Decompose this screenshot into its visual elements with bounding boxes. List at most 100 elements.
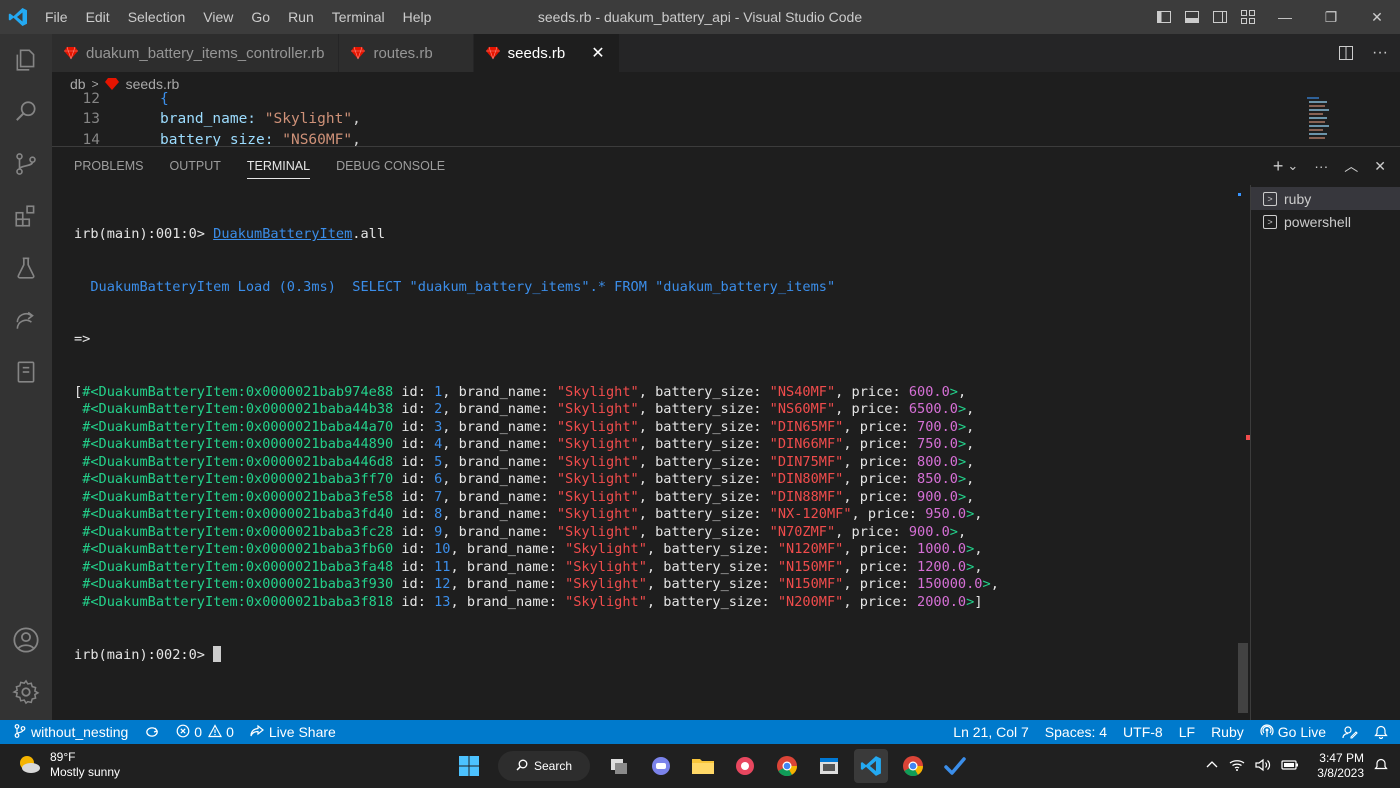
maximize-panel-icon[interactable]: ︿ bbox=[1344, 156, 1358, 176]
tab-terminal[interactable]: TERMINAL bbox=[246, 147, 311, 185]
taskbar-search[interactable]: Search bbox=[498, 751, 590, 781]
terminal-icon: > bbox=[1263, 191, 1277, 206]
status-problems[interactable]: 0 0 bbox=[168, 720, 242, 744]
indentation[interactable]: Spaces: 4 bbox=[1037, 720, 1115, 744]
vscode-taskbar-icon[interactable] bbox=[854, 749, 888, 783]
toggle-secondary-sidebar-icon[interactable] bbox=[1206, 0, 1234, 34]
file-explorer-icon[interactable] bbox=[686, 749, 720, 783]
notebook-icon[interactable] bbox=[0, 346, 52, 398]
terminal-record-line: #<DuakumBatteryItem:0x0000021baba3fd40 i… bbox=[82, 506, 983, 522]
terminal-item-label: powershell bbox=[1284, 213, 1351, 230]
code-line: 14 battery_size: "NS60MF", bbox=[82, 132, 361, 146]
browser-app-icon[interactable] bbox=[812, 749, 846, 783]
settings-gear-icon[interactable] bbox=[0, 666, 52, 718]
tab-controller[interactable]: duakum_battery_items_controller.rb bbox=[52, 34, 340, 72]
menu-edit[interactable]: Edit bbox=[77, 0, 119, 34]
ruby-file-icon bbox=[485, 46, 500, 60]
terminal-record-line: #<DuakumBatteryItem:0x0000021baba3ff70 i… bbox=[82, 471, 975, 487]
scroll-marker bbox=[1238, 193, 1241, 196]
code-editor[interactable]: 12{ 13 brand_name: "Skylight", 14 battery_… bbox=[52, 92, 1400, 146]
terminal-scroll-thumb[interactable] bbox=[1238, 643, 1248, 713]
search-icon[interactable] bbox=[0, 86, 52, 138]
notifications-icon[interactable] bbox=[1366, 720, 1400, 744]
tab-close-icon[interactable]: ✕ bbox=[591, 43, 604, 63]
chrome-icon[interactable] bbox=[896, 749, 930, 783]
terminal-record-line: #<DuakumBatteryItem:0x0000021baba446d8 i… bbox=[82, 453, 975, 470]
menu-view[interactable]: View bbox=[194, 0, 242, 34]
todo-checkmark-icon[interactable] bbox=[938, 749, 972, 783]
volume-icon[interactable] bbox=[1255, 758, 1271, 775]
split-editor-icon[interactable] bbox=[1332, 36, 1360, 70]
breadcrumb-folder[interactable]: db bbox=[70, 76, 86, 92]
tab-problems[interactable]: PROBLEMS bbox=[74, 147, 143, 185]
task-view-icon[interactable] bbox=[602, 749, 636, 783]
sync-icon[interactable] bbox=[136, 720, 168, 744]
toggle-primary-sidebar-icon[interactable] bbox=[1150, 0, 1178, 34]
status-branch[interactable]: without_nesting bbox=[0, 720, 136, 744]
extensions-icon[interactable] bbox=[0, 190, 52, 242]
breadcrumb-file[interactable]: seeds.rb bbox=[126, 76, 180, 92]
terminal-record-line: #<DuakumBatteryItem:0x0000021baba44b38 i… bbox=[82, 401, 975, 417]
new-terminal-icon[interactable]: + bbox=[1273, 156, 1284, 177]
language-mode[interactable]: Ruby bbox=[1203, 720, 1252, 744]
menu-bar: File Edit Selection View Go Run Terminal… bbox=[36, 0, 440, 34]
terminal-list: > ruby > powershell bbox=[1250, 185, 1400, 721]
terminal-item-powershell[interactable]: > powershell bbox=[1251, 210, 1400, 233]
menu-go[interactable]: Go bbox=[242, 0, 279, 34]
terminal-item-ruby[interactable]: > ruby bbox=[1251, 187, 1400, 210]
close-panel-icon[interactable]: ✕ bbox=[1374, 158, 1386, 175]
menu-terminal[interactable]: Terminal bbox=[323, 0, 394, 34]
tab-seeds[interactable]: seeds.rb ✕ bbox=[473, 34, 620, 72]
tab-debug-console[interactable]: DEBUG CONSOLE bbox=[336, 147, 445, 185]
window-minimize-button[interactable]: — bbox=[1262, 0, 1308, 34]
menu-selection[interactable]: Selection bbox=[119, 0, 195, 34]
terminal-record-line: #<DuakumBatteryItem:0x0000021baba3fb60 i… bbox=[82, 541, 983, 557]
menu-help[interactable]: Help bbox=[394, 0, 441, 34]
account-icon[interactable] bbox=[0, 614, 52, 666]
source-control-icon[interactable] bbox=[0, 138, 52, 190]
terminal-record-line: #<DuakumBatteryItem:0x0000021baba3fa48 i… bbox=[82, 558, 983, 575]
weather-widget[interactable]: 89°F Mostly sunny bbox=[16, 750, 120, 780]
explorer-icon[interactable] bbox=[0, 34, 52, 86]
encoding[interactable]: UTF-8 bbox=[1115, 720, 1171, 744]
terminal-record-line: #<DuakumBatteryItem:0x0000021baba3f930 i… bbox=[82, 576, 999, 592]
screen-recorder-icon[interactable] bbox=[728, 749, 762, 783]
chat-icon[interactable] bbox=[644, 749, 678, 783]
terminal-record-line: #<DuakumBatteryItem:0x0000021baba3f818 i… bbox=[82, 593, 983, 610]
branch-label: without_nesting bbox=[31, 724, 129, 740]
start-button[interactable] bbox=[452, 749, 486, 783]
notification-bell-icon[interactable] bbox=[1374, 758, 1388, 775]
more-actions-icon[interactable]: ··· bbox=[1360, 36, 1400, 70]
window-restore-button[interactable]: ❐ bbox=[1308, 0, 1354, 34]
wifi-icon[interactable] bbox=[1229, 758, 1245, 775]
testing-icon[interactable] bbox=[0, 242, 52, 294]
terminal-record-line: #<DuakumBatteryItem:0x0000021baba44890 i… bbox=[82, 436, 975, 452]
chevron-up-icon[interactable] bbox=[1205, 758, 1219, 775]
vscode-logo-icon bbox=[0, 0, 36, 34]
more-actions-icon[interactable]: ··· bbox=[1314, 158, 1328, 174]
chrome-icon[interactable] bbox=[770, 749, 804, 783]
terminal-dropdown-icon[interactable]: ⌄ bbox=[1287, 158, 1298, 174]
toggle-panel-icon[interactable] bbox=[1178, 0, 1206, 34]
tab-output[interactable]: OUTPUT bbox=[169, 147, 220, 185]
cursor-position[interactable]: Ln 21, Col 7 bbox=[945, 720, 1037, 744]
terminal-output[interactable]: irb(main):001:0> DuakumBatteryItem.all D… bbox=[74, 191, 1244, 711]
feedback-icon[interactable] bbox=[1334, 720, 1366, 744]
weather-condition: Mostly sunny bbox=[50, 765, 121, 779]
terminal-record-line: [#<DuakumBatteryItem:0x0000021bab974e88 … bbox=[74, 383, 967, 400]
remote-explorer-icon[interactable] bbox=[0, 294, 52, 346]
end-of-line[interactable]: LF bbox=[1171, 720, 1203, 744]
terminal-scrollbar[interactable] bbox=[1238, 185, 1250, 721]
menu-run[interactable]: Run bbox=[279, 0, 323, 34]
menu-file[interactable]: File bbox=[36, 0, 77, 34]
battery-icon[interactable] bbox=[1281, 758, 1299, 775]
clock-date: 3/8/2023 bbox=[1317, 766, 1364, 780]
system-clock[interactable]: 3:47 PM 3/8/2023 bbox=[1317, 751, 1364, 781]
code-line: 13 brand_name: "Skylight", bbox=[82, 111, 361, 127]
minimap[interactable] bbox=[1305, 96, 1335, 146]
tab-routes[interactable]: routes.rb bbox=[339, 34, 474, 72]
window-close-button[interactable]: ✕ bbox=[1354, 0, 1400, 34]
go-live-button[interactable]: Go Live bbox=[1252, 720, 1334, 744]
customize-layout-icon[interactable] bbox=[1234, 0, 1262, 34]
live-share-button[interactable]: Live Share bbox=[242, 720, 344, 744]
